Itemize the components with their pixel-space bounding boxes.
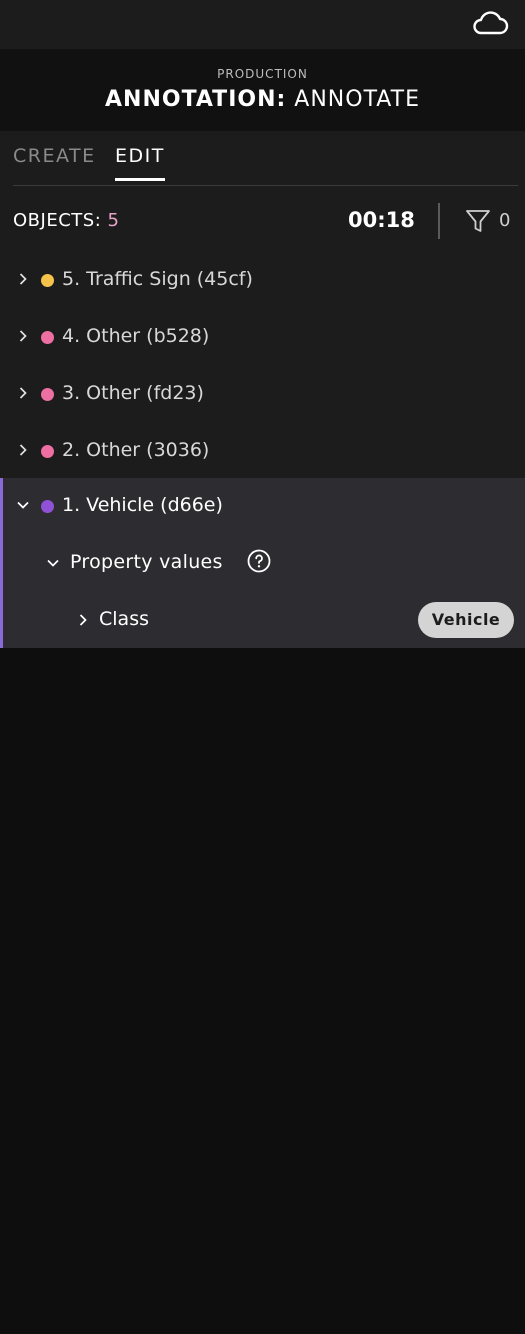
object-color-dot [41, 388, 54, 401]
selected-object-header[interactable]: 1. Vehicle (d66e) [0, 478, 525, 535]
property-values-toggle[interactable]: Property values [0, 535, 522, 592]
filter-icon[interactable] [465, 208, 491, 234]
help-icon[interactable] [247, 549, 271, 573]
object-label: 4. Other (b528) [62, 325, 210, 347]
chevron-right-icon[interactable] [76, 613, 90, 627]
page-title-mode: ANNOTATE [286, 87, 420, 112]
filter-count: 0 [499, 210, 511, 231]
timer: 00:18 [348, 208, 415, 232]
object-label: 1. Vehicle (d66e) [62, 494, 223, 516]
objects-count: 5 [107, 210, 120, 231]
object-label: 3. Other (fd23) [62, 382, 204, 404]
cloud-icon[interactable] [471, 8, 509, 36]
objects-label: OBJECTS: 5 [13, 210, 119, 231]
object-list: 5. Traffic Sign (45cf) 4. Other (b528) 3… [0, 252, 525, 480]
object-color-dot [41, 500, 54, 513]
chevron-down-icon[interactable] [16, 498, 30, 512]
tab-bar: CREATE EDIT [13, 131, 518, 186]
object-label: 5. Traffic Sign (45cf) [62, 268, 253, 290]
class-value-badge[interactable]: Vehicle [418, 602, 514, 638]
property-values-label: Property values [70, 551, 223, 573]
object-label: 2. Other (3036) [62, 439, 210, 461]
environment-label: PRODUCTION [217, 67, 308, 81]
objects-panel: CREATE EDIT OBJECTS: 5 00:18 0 5. Traffi… [0, 131, 525, 648]
objects-title: OBJECTS: [13, 210, 102, 231]
chevron-down-icon[interactable] [46, 556, 60, 570]
divider [438, 203, 440, 239]
page-header: PRODUCTION ANNOTATION: ANNOTATE [0, 49, 525, 131]
tab-edit[interactable]: EDIT [115, 145, 165, 181]
objects-summary: OBJECTS: 5 00:18 0 [0, 186, 525, 256]
chevron-right-icon[interactable] [16, 329, 30, 343]
list-item[interactable]: 5. Traffic Sign (45cf) [0, 252, 525, 309]
page-title-prefix: ANNOTATION: [105, 87, 287, 112]
selected-object: 1. Vehicle (d66e) Property values Class … [0, 478, 525, 648]
page-title: ANNOTATION: ANNOTATE [0, 87, 525, 112]
object-color-dot [41, 331, 54, 344]
list-item[interactable]: 4. Other (b528) [0, 309, 525, 366]
top-bar [0, 0, 525, 49]
object-color-dot [41, 445, 54, 458]
class-property-row[interactable]: Class Vehicle [0, 592, 522, 648]
chevron-right-icon[interactable] [16, 272, 30, 286]
list-item[interactable]: 3. Other (fd23) [0, 366, 525, 423]
chevron-right-icon[interactable] [16, 386, 30, 400]
class-label: Class [99, 608, 149, 630]
list-item[interactable]: 2. Other (3036) [0, 423, 525, 480]
chevron-right-icon[interactable] [16, 443, 30, 457]
object-color-dot [41, 274, 54, 287]
tab-create[interactable]: CREATE [13, 145, 96, 167]
